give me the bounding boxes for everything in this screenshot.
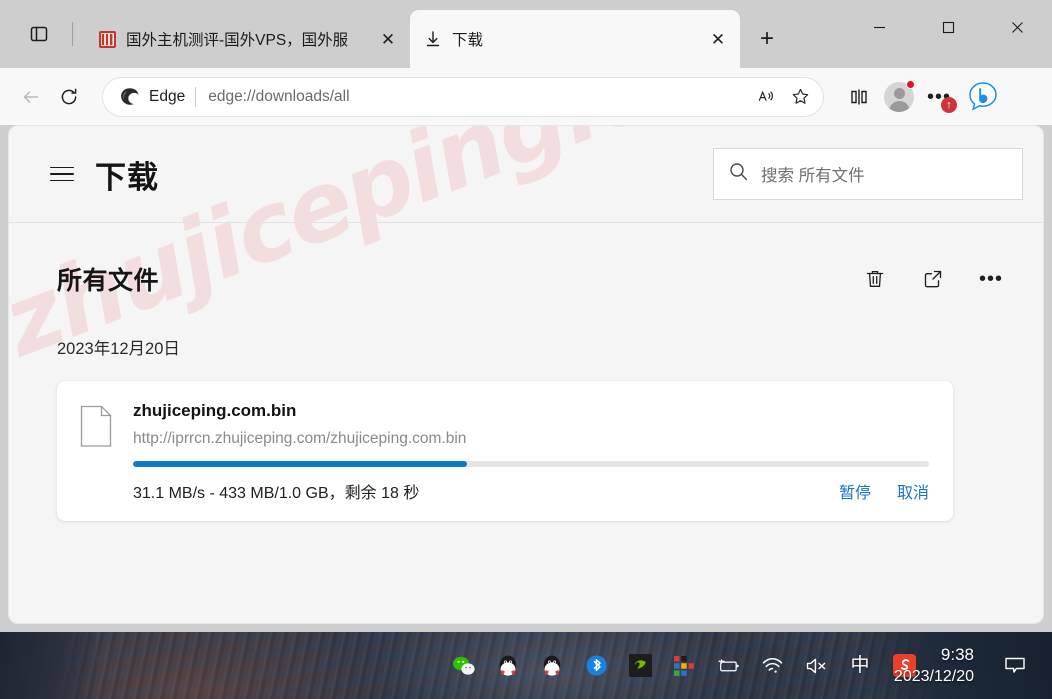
hamburger-menu-icon[interactable] (43, 155, 81, 193)
download-details: zhujiceping.com.bin http://iprrcn.zhujic… (127, 401, 929, 503)
star-icon[interactable] (783, 80, 817, 114)
clock-date: 2023/12/20 (893, 667, 974, 685)
tab-downloads[interactable]: 下载 ✕ (410, 10, 740, 68)
tab-title: 下载 (452, 32, 484, 49)
profile-alert-badge (906, 79, 915, 89)
toolbar-right-actions: ••• ↑ (840, 76, 1004, 118)
downloads-page-header: 下载 搜索 所有文件 (9, 126, 1043, 223)
close-icon[interactable]: ✕ (704, 25, 732, 53)
download-status-text: 31.1 MB/s - 433 MB/1.0 GB，剩余 18 秒 (133, 485, 420, 502)
section-actions: ••• (857, 261, 1009, 297)
read-aloud-icon[interactable] (749, 80, 783, 114)
omnibox-url[interactable]: edge://downloads/all (208, 88, 749, 106)
close-button[interactable] (983, 0, 1052, 54)
pause-button[interactable]: 暂停 (839, 479, 871, 503)
open-external-icon[interactable] (915, 261, 951, 297)
ime-label: 中 (850, 655, 870, 676)
search-placeholder: 搜索 所有文件 (761, 167, 865, 185)
window-controls (845, 0, 1052, 54)
cancel-button[interactable]: 取消 (897, 479, 929, 503)
browser-window: 国外主机测评-国外VPS，国外服 ✕ 下载 ✕ + Edge edge://do… (0, 0, 1052, 632)
refresh-icon[interactable] (50, 78, 88, 116)
bluetooth-icon[interactable] (584, 654, 608, 678)
back-arrow-icon[interactable] (12, 78, 50, 116)
profile-avatar-icon[interactable] (880, 78, 918, 116)
clock-time: 9:38 (940, 644, 974, 664)
battery-charging-icon[interactable] (716, 654, 740, 678)
new-tab-button[interactable]: + (750, 22, 784, 56)
download-arrow-icon (424, 30, 442, 48)
download-progress-fill (133, 461, 468, 467)
url-text: edge://downloads/all (208, 87, 350, 105)
notification-bubble-icon[interactable] (998, 649, 1032, 683)
wifi-icon[interactable] (760, 654, 784, 678)
document-file-icon (79, 401, 127, 503)
maximize-button[interactable] (914, 0, 983, 54)
qq-icon-2[interactable] (540, 654, 564, 678)
download-item-card[interactable]: zhujiceping.com.bin http://iprrcn.zhujic… (57, 381, 953, 521)
tab-strip: 国外主机测评-国外VPS，国外服 ✕ 下载 ✕ + (0, 0, 1052, 68)
tab-title: 国外主机测评-国外VPS，国外服 (126, 32, 349, 49)
address-bar[interactable]: Edge edge://downloads/all (102, 76, 824, 117)
date-group-label: 2023年12月20日 (57, 340, 180, 358)
download-url: http://iprrcn.zhujiceping.com/zhujicepin… (133, 430, 467, 447)
qq-icon-1[interactable] (496, 654, 520, 678)
nvidia-icon[interactable] (628, 654, 652, 678)
more-horizontal-icon[interactable]: ••• (973, 261, 1009, 297)
omnibox-divider (195, 86, 197, 107)
download-footer: 31.1 MB/s - 433 MB/1.0 GB，剩余 18 秒 暂停 取消 (133, 479, 929, 503)
ime-chinese-icon[interactable]: 中 (848, 654, 872, 678)
download-progress-bar (133, 461, 929, 467)
search-input[interactable]: 搜索 所有文件 (713, 148, 1023, 200)
edge-logo-icon (119, 86, 141, 108)
section-title: 所有文件 (57, 267, 160, 295)
trash-icon[interactable] (857, 261, 893, 297)
red-seal-favicon (98, 30, 116, 48)
tray-icon-list: 中 (452, 654, 916, 678)
wechat-icon[interactable] (452, 654, 476, 678)
more-dots: ••• (978, 268, 1003, 290)
downloads-content: 所有文件 ••• 2023年12月20日 zhujiceping.com.bin… (9, 223, 1043, 521)
system-tray: 中 9:38 2023/12/20 (0, 632, 1052, 699)
windows-taskbar: 中 9:38 2023/12/20 (0, 632, 1052, 699)
bing-copilot-icon[interactable] (962, 76, 1004, 118)
omnibox-brand-label: Edge (149, 87, 186, 105)
browser-settings-menu[interactable]: ••• ↑ (920, 78, 958, 116)
search-icon (728, 161, 749, 187)
tab-site[interactable]: 国外主机测评-国外VPS，国外服 ✕ (84, 10, 410, 68)
update-badge: ↑ (941, 96, 957, 113)
close-icon[interactable]: ✕ (374, 25, 402, 53)
download-actions: 暂停 取消 (839, 479, 929, 503)
taskbar-clock[interactable]: 9:38 2023/12/20 (894, 644, 974, 688)
page-title: 下载 (95, 159, 159, 195)
section-header: 所有文件 ••• (57, 259, 1009, 299)
minimize-button[interactable] (845, 0, 914, 54)
split-screen-icon[interactable] (840, 78, 878, 116)
downloads-page: zhujiceping.com 下载 搜索 所有文件 所有文件 ••• 2023… (8, 125, 1044, 624)
tab-actions-menu-icon[interactable] (22, 18, 56, 50)
volume-muted-icon[interactable] (804, 654, 828, 678)
browser-toolbar: Edge edge://downloads/all ••• ↑ (0, 68, 1052, 125)
tab-separator (72, 22, 73, 46)
app-grid-icon[interactable] (672, 654, 696, 678)
download-filename: zhujiceping.com.bin (133, 401, 297, 420)
